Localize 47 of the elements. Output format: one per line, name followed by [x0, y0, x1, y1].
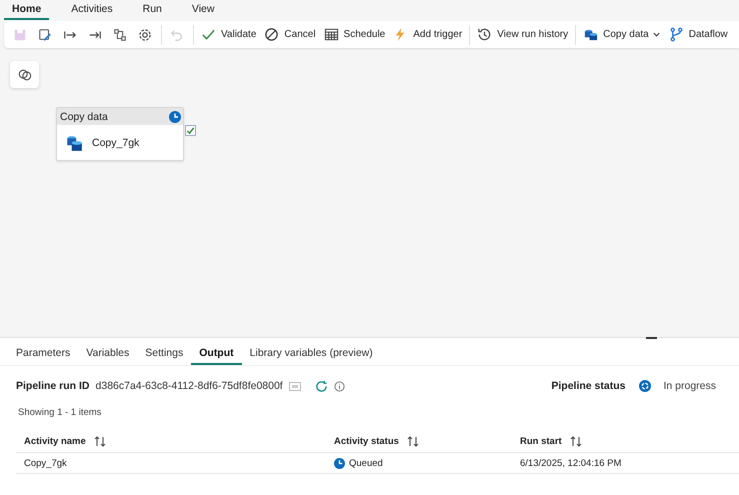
- progress-icon: [639, 380, 652, 392]
- cylinders-icon: [65, 134, 83, 152]
- activity-node[interactable]: Copy data Copy_7gk: [56, 107, 184, 161]
- toolbar-button[interactable]: Copy data: [579, 24, 665, 46]
- run-id: d386c7a4-63c8-4112-8df6-75df8fe0800f: [96, 380, 283, 392]
- panel-tab[interactable]: Parameters: [8, 347, 78, 365]
- menu-tab[interactable]: View: [184, 1, 222, 20]
- menu-tab[interactable]: Run: [134, 1, 170, 20]
- column-header[interactable]: Activity status: [334, 436, 399, 447]
- branch-icon: [668, 27, 684, 42]
- copilot-button[interactable]: [10, 61, 39, 88]
- sort-icon[interactable]: [570, 436, 582, 447]
- status-label: Pipeline status: [551, 380, 626, 392]
- panel-tab[interactable]: Output: [191, 347, 242, 365]
- menu-tab[interactable]: Activities: [63, 1, 121, 20]
- column-header[interactable]: Activity name: [24, 436, 86, 447]
- check-icon: [201, 27, 216, 42]
- history-icon: [477, 27, 492, 42]
- info-icon[interactable]: [334, 380, 345, 392]
- cancel-icon: [264, 27, 280, 42]
- node-title: Copy data: [60, 110, 108, 122]
- toolbar-button[interactable]: Cancel: [260, 24, 320, 46]
- table-cell: 6/13/2025, 12:04:16 PM: [520, 458, 622, 468]
- item-count: Showing 1 - 1 items: [17, 406, 102, 419]
- sort-icon[interactable]: [94, 436, 106, 447]
- panel-tab[interactable]: Library variables (preview): [242, 347, 381, 365]
- sort-icon[interactable]: [406, 436, 419, 447]
- refresh-icon[interactable]: [314, 380, 328, 392]
- activity-name: Copy_7gk: [92, 136, 140, 148]
- column-header[interactable]: Run start: [520, 436, 562, 447]
- toolbar-button[interactable]: View run history: [473, 24, 572, 46]
- clock-icon: [334, 458, 345, 468]
- checkbox[interactable]: [185, 125, 196, 136]
- table-cell: Queued: [349, 458, 383, 468]
- table-cell: Copy_7gk: [24, 458, 67, 468]
- toolbar-button[interactable]: Dataflow: [664, 24, 732, 46]
- caret-icon: [652, 30, 661, 39]
- toolbar-button[interactable]: Add trigger: [389, 24, 466, 46]
- overlap-circles-icon: [18, 68, 32, 82]
- toolbar-button[interactable]: Schedule: [320, 24, 390, 46]
- cylinders-icon: [583, 27, 598, 42]
- calendar-icon: [324, 27, 339, 42]
- panel-tab[interactable]: Variables: [78, 347, 138, 365]
- panel-tab[interactable]: Settings: [137, 347, 192, 365]
- run-id-label: Pipeline run ID: [16, 380, 90, 392]
- toolbar-button[interactable]: Validate: [197, 24, 260, 46]
- pipeline-status: In progress: [663, 380, 716, 392]
